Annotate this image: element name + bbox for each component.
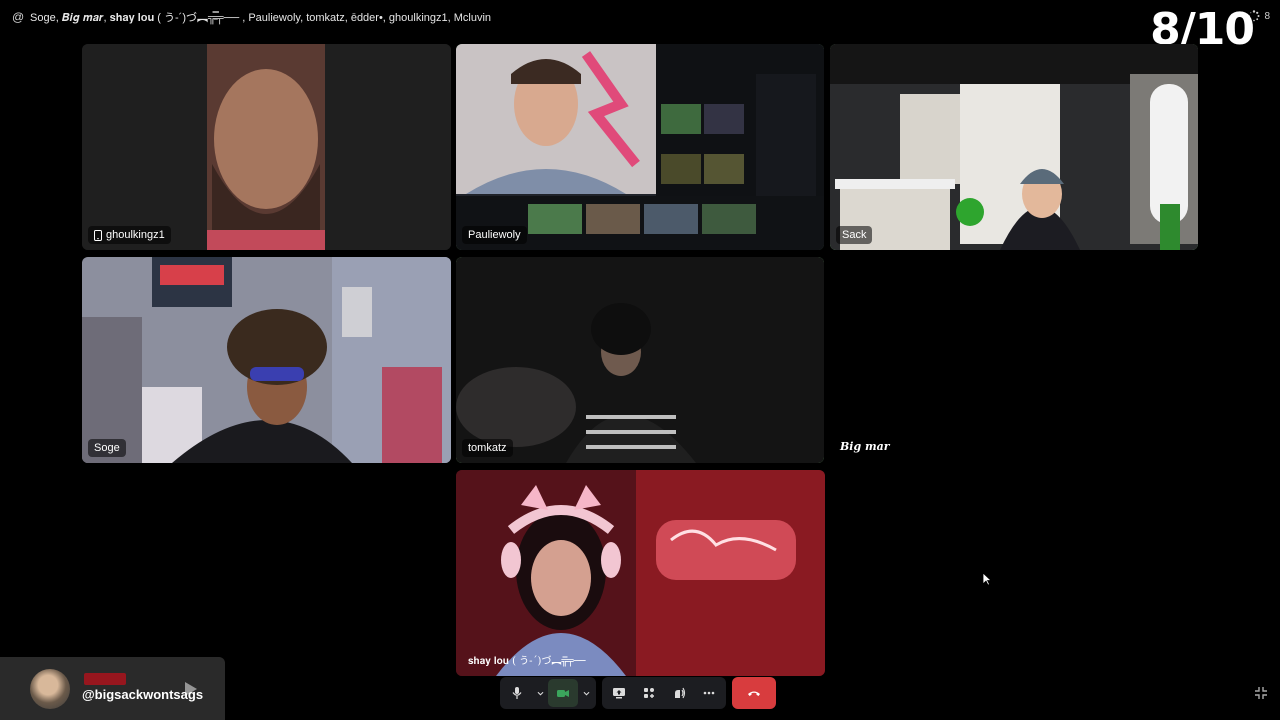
screen-share-button[interactable] bbox=[604, 679, 634, 707]
video-feed bbox=[456, 44, 824, 250]
video-tile-ghoulkingz1[interactable]: ghoulkingz1 bbox=[82, 44, 451, 250]
name-tag: Sack bbox=[836, 226, 873, 244]
mouse-cursor-icon bbox=[982, 572, 992, 586]
video-feed bbox=[456, 470, 825, 676]
participant-name: tomkatz bbox=[468, 442, 507, 454]
participant-name: 𝑩𝒊𝒈 𝒎𝒂𝒓 bbox=[840, 440, 890, 453]
microphone-button[interactable] bbox=[502, 679, 532, 707]
chevron-down-icon bbox=[583, 691, 589, 696]
microphone-options-button[interactable] bbox=[532, 679, 548, 707]
chevron-down-icon bbox=[537, 691, 543, 696]
more-icon bbox=[703, 691, 715, 695]
participant-name: ghoulkingz1 bbox=[106, 229, 165, 241]
at-icon: @ bbox=[12, 10, 25, 24]
call-header: @ Soge, 𝑩𝒊𝒈 𝒎𝒂𝒓, 𝐬𝐡𝐚𝐲 𝐥𝐨𝐮 ( う-´)づ︻╦̵̵̿╤─… bbox=[0, 0, 1280, 34]
video-feed bbox=[82, 44, 451, 250]
activity-group bbox=[602, 677, 726, 709]
more-options-button[interactable] bbox=[694, 679, 724, 707]
streamer-overlay: @bigsackwontsags bbox=[0, 657, 225, 720]
disconnect-button[interactable] bbox=[732, 677, 776, 709]
activities-button[interactable] bbox=[634, 679, 664, 707]
phone-icon bbox=[94, 229, 102, 241]
video-feed bbox=[456, 257, 824, 463]
soundboard-icon bbox=[675, 687, 686, 699]
video-tile-pauliewoly[interactable]: Pauliewoly bbox=[456, 44, 824, 250]
call-controls bbox=[500, 677, 776, 709]
name-tag: tomkatz bbox=[462, 439, 513, 457]
participant-name: 𝐬𝐡𝐚𝐲 𝐥𝐨𝐮 ( う-´)づ︻╦̵̵̿╤── bbox=[468, 656, 586, 667]
play-icon bbox=[185, 682, 197, 696]
exit-fullscreen-icon[interactable] bbox=[1254, 686, 1268, 700]
name-tag: ghoulkingz1 bbox=[88, 226, 171, 244]
hang-up-icon bbox=[748, 691, 760, 696]
audio-only-participant[interactable]: 𝑩𝒊𝒈 𝒎𝒂𝒓 bbox=[840, 440, 890, 453]
call-stage: @ Soge, 𝑩𝒊𝒈 𝒎𝒂𝒓, 𝐬𝐡𝐚𝐲 𝐥𝐨𝐮 ( う-´)づ︻╦̵̵̿╤─… bbox=[0, 0, 1280, 720]
participant-name: Soge bbox=[94, 442, 120, 454]
camera-icon bbox=[557, 690, 569, 697]
call-participants-title: Soge, 𝑩𝒊𝒈 𝒎𝒂𝒓, 𝐬𝐡𝐚𝐲 𝐥𝐨𝐮 ( う-´)づ︻╦̵̵̿╤── … bbox=[30, 12, 492, 24]
camera-button[interactable] bbox=[548, 679, 578, 707]
youtube-badge bbox=[84, 673, 126, 685]
participant-name: Sack bbox=[842, 229, 867, 241]
video-tile-tomkatz[interactable]: tomkatz bbox=[456, 257, 824, 463]
video-feed bbox=[82, 257, 451, 463]
participant-name: Pauliewoly bbox=[468, 229, 521, 241]
activities-icon bbox=[644, 688, 654, 698]
video-tile-soge[interactable]: Soge bbox=[82, 257, 451, 463]
soundboard-button[interactable] bbox=[664, 679, 694, 707]
avatar bbox=[30, 669, 70, 709]
audio-video-group bbox=[500, 677, 596, 709]
name-tag: Soge bbox=[88, 439, 126, 457]
microphone-icon bbox=[512, 687, 522, 699]
participant-count: 8 bbox=[1264, 10, 1270, 22]
camera-options-button[interactable] bbox=[578, 679, 594, 707]
video-tile-sack[interactable]: Sack bbox=[830, 44, 1198, 250]
video-feed bbox=[830, 44, 1198, 250]
video-tile-shay-lou[interactable]: 𝐬𝐡𝐚𝐲 𝐥𝐨𝐮 ( う-´)づ︻╦̵̵̿╤── bbox=[456, 470, 825, 676]
name-tag: Pauliewoly bbox=[462, 226, 527, 244]
name-tag: 𝐬𝐡𝐚𝐲 𝐥𝐨𝐮 ( う-´)づ︻╦̵̵̿╤── bbox=[462, 649, 592, 670]
screen-share-icon bbox=[613, 688, 625, 699]
